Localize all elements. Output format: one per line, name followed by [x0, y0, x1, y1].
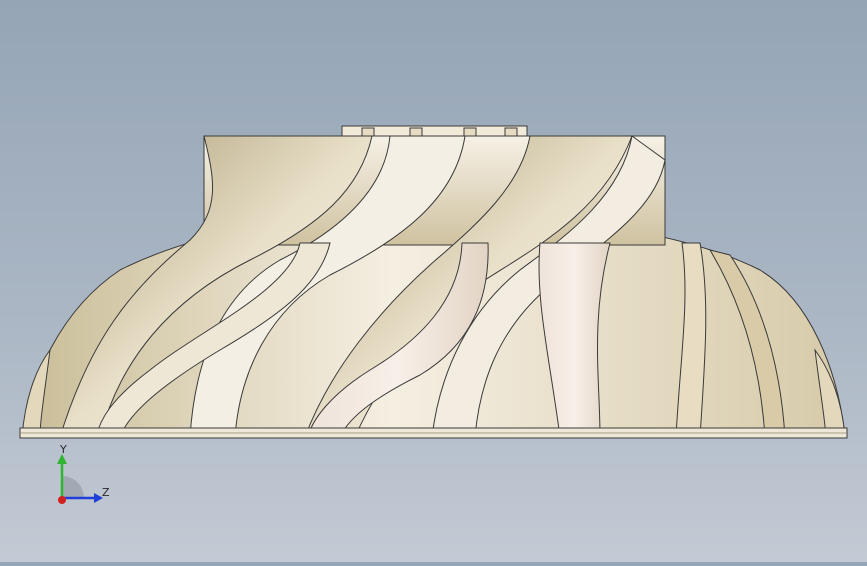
orientation-triad: Y Z [40, 440, 120, 515]
y-axis-label: Y [59, 443, 67, 456]
impeller-model[interactable] [0, 0, 867, 562]
triad-quadrant [62, 476, 84, 498]
graphics-viewport[interactable] [0, 0, 867, 562]
z-axis-label: Z [102, 486, 110, 499]
x-axis-dot [58, 496, 66, 504]
